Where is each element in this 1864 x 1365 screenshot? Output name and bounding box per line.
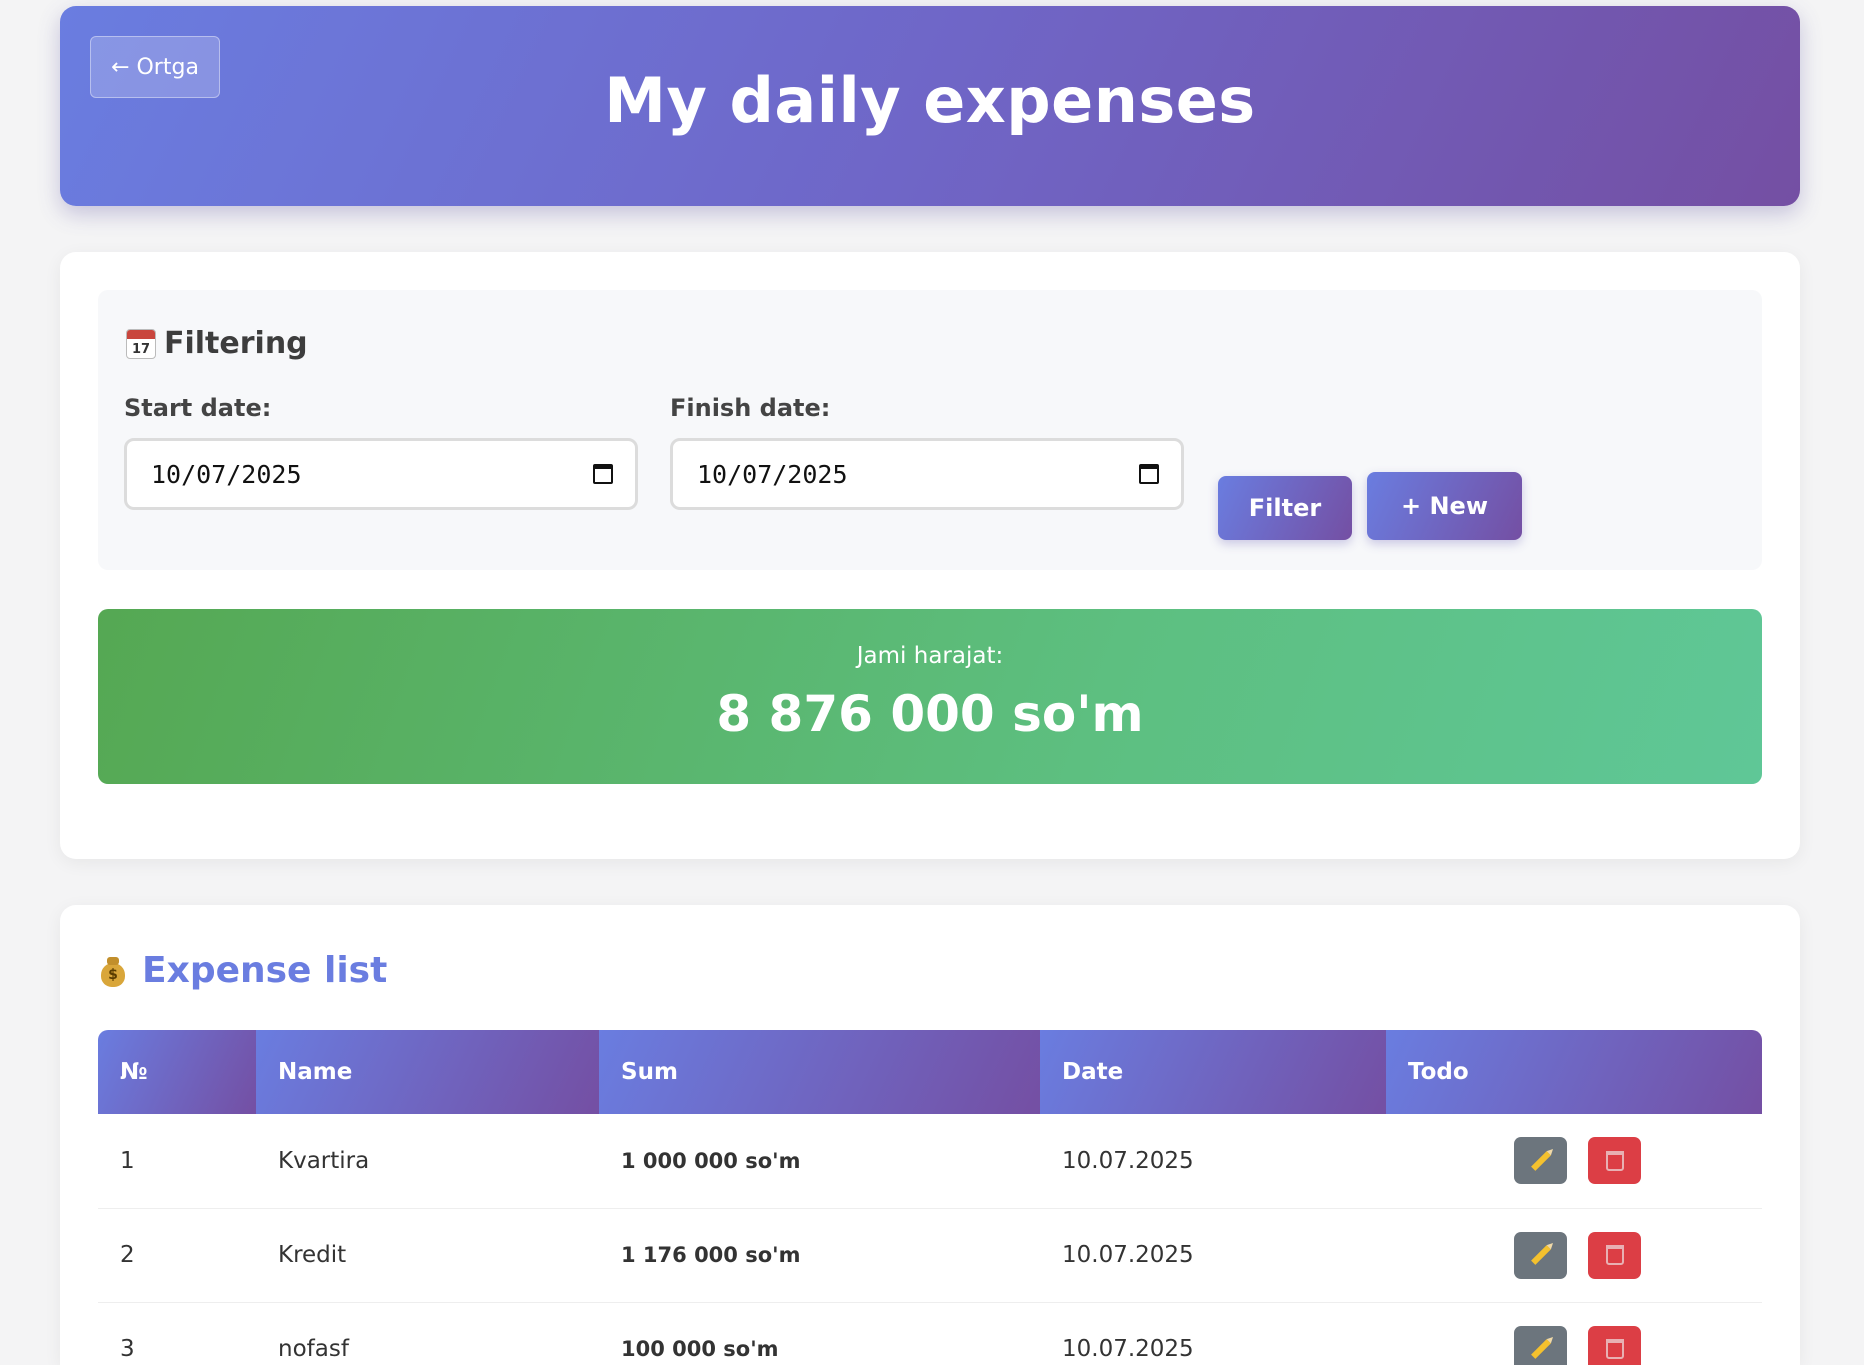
pencil-icon bbox=[1531, 1339, 1551, 1359]
row-actions bbox=[1386, 1208, 1762, 1302]
trash-icon bbox=[1606, 1339, 1624, 1359]
expense-list-title-text: Expense list bbox=[142, 950, 387, 991]
row-number: 3 bbox=[98, 1302, 256, 1365]
calendar-picker-icon[interactable] bbox=[593, 464, 613, 484]
calendar-icon: 17 bbox=[126, 329, 156, 359]
total-label: Jami harajat: bbox=[98, 643, 1762, 669]
edit-button[interactable] bbox=[1514, 1137, 1567, 1184]
column-header-todo: Todo bbox=[1386, 1030, 1762, 1114]
delete-button[interactable] bbox=[1588, 1232, 1641, 1279]
total-summary: Jami harajat: 8 876 000 so'm bbox=[98, 609, 1762, 784]
filter-heading-text: Filtering bbox=[164, 326, 308, 361]
column-header-date: Date bbox=[1040, 1030, 1386, 1114]
row-number: 2 bbox=[98, 1208, 256, 1302]
delete-button[interactable] bbox=[1588, 1326, 1641, 1365]
new-expense-button[interactable]: + New bbox=[1367, 472, 1522, 540]
finish-date-value: 10/07/2025 bbox=[697, 460, 848, 489]
row-name: Kredit bbox=[256, 1208, 599, 1302]
trash-icon bbox=[1606, 1245, 1624, 1265]
calendar-picker-icon[interactable] bbox=[1139, 464, 1159, 484]
edit-button[interactable] bbox=[1514, 1326, 1567, 1365]
page-title: My daily expenses bbox=[60, 64, 1800, 137]
row-number: 1 bbox=[98, 1114, 256, 1208]
row-date: 10.07.2025 bbox=[1040, 1114, 1386, 1208]
table-row: 3 nofasf 100 000 so'm 10.07.2025 bbox=[98, 1302, 1762, 1365]
delete-button[interactable] bbox=[1588, 1137, 1641, 1184]
trash-icon bbox=[1606, 1151, 1624, 1171]
table-header-row: № Name Sum Date Todo bbox=[98, 1030, 1762, 1114]
expense-table: № Name Sum Date Todo 1 Kvartira 1 000 00… bbox=[98, 1030, 1762, 1365]
row-actions bbox=[1386, 1302, 1762, 1365]
row-date: 10.07.2025 bbox=[1040, 1302, 1386, 1365]
row-date: 10.07.2025 bbox=[1040, 1208, 1386, 1302]
edit-button[interactable] bbox=[1514, 1232, 1567, 1279]
finish-date-label: Finish date: bbox=[670, 394, 830, 422]
filter-button[interactable]: Filter bbox=[1218, 476, 1352, 540]
row-name: nofasf bbox=[256, 1302, 599, 1365]
page-header: ← Ortga My daily expenses bbox=[60, 6, 1800, 206]
total-value: 8 876 000 so'm bbox=[98, 685, 1762, 743]
row-sum: 1 176 000 so'm bbox=[599, 1208, 1040, 1302]
pencil-icon bbox=[1531, 1245, 1551, 1265]
expense-list-title: $ Expense list bbox=[98, 950, 387, 991]
start-date-value: 10/07/2025 bbox=[151, 460, 302, 489]
row-actions bbox=[1386, 1114, 1762, 1208]
row-sum: 100 000 so'm bbox=[599, 1302, 1040, 1365]
filter-card: 17 Filtering Start date: 10/07/2025 Fini… bbox=[60, 252, 1800, 859]
table-row: 1 Kvartira 1 000 000 so'm 10.07.2025 bbox=[98, 1114, 1762, 1208]
column-header-name: Name bbox=[256, 1030, 599, 1114]
row-name: Kvartira bbox=[256, 1114, 599, 1208]
calendar-day: 17 bbox=[127, 342, 155, 357]
filter-panel: 17 Filtering Start date: 10/07/2025 Fini… bbox=[98, 290, 1762, 570]
row-sum: 1 000 000 so'm bbox=[599, 1114, 1040, 1208]
filter-heading: 17 Filtering bbox=[126, 326, 308, 361]
expense-list-card: $ Expense list № Name Sum Date Todo 1 Kv… bbox=[60, 905, 1800, 1365]
table-row: 2 Kredit 1 176 000 so'm 10.07.2025 bbox=[98, 1208, 1762, 1302]
money-bag-icon: $ bbox=[98, 955, 128, 987]
pencil-icon bbox=[1531, 1151, 1551, 1171]
finish-date-input[interactable]: 10/07/2025 bbox=[670, 438, 1184, 510]
column-header-number: № bbox=[98, 1030, 256, 1114]
start-date-label: Start date: bbox=[124, 394, 271, 422]
start-date-input[interactable]: 10/07/2025 bbox=[124, 438, 638, 510]
column-header-sum: Sum bbox=[599, 1030, 1040, 1114]
